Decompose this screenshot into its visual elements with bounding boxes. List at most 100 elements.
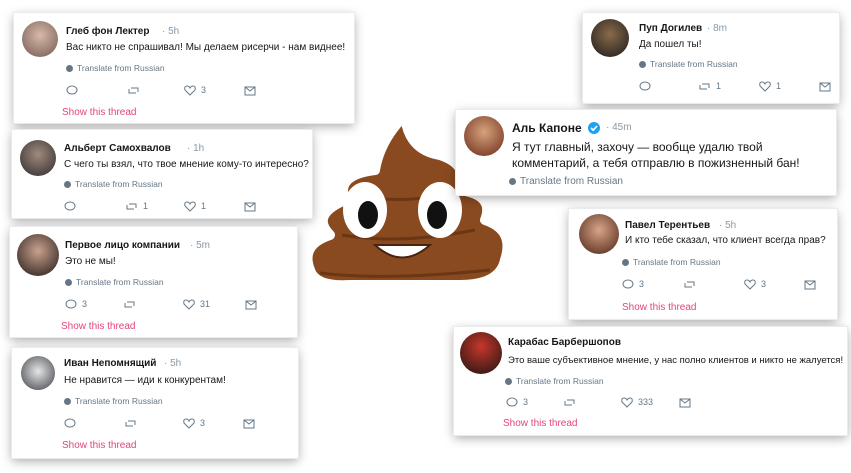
heart-icon bbox=[759, 81, 771, 92]
author-name[interactable]: Карабас Барбершопов bbox=[508, 337, 621, 348]
reply-button[interactable]: 3 bbox=[65, 299, 87, 310]
translate-link[interactable]: Translate from Russian bbox=[65, 277, 164, 287]
author-name[interactable]: Аль Капоне bbox=[512, 120, 600, 136]
retweet-button[interactable] bbox=[683, 279, 701, 290]
message-button[interactable] bbox=[244, 85, 256, 96]
like-button[interactable]: 3 bbox=[744, 279, 766, 290]
retweet-icon bbox=[124, 301, 135, 308]
author-name[interactable]: Глеб фон Лектер bbox=[66, 26, 149, 37]
tweet-text: Это ваше субъективное мнение, у нас полн… bbox=[508, 355, 844, 366]
timestamp[interactable]: · 8m bbox=[707, 23, 727, 34]
show-thread-link[interactable]: Show this thread bbox=[62, 107, 137, 118]
translate-link[interactable]: Translate from Russian bbox=[509, 176, 623, 187]
avatar[interactable] bbox=[20, 140, 56, 176]
reply-icon bbox=[64, 201, 76, 211]
like-button[interactable]: 1 bbox=[759, 81, 781, 92]
envelope-icon bbox=[244, 202, 256, 212]
retweet-button[interactable] bbox=[124, 418, 142, 429]
author-name[interactable]: Пуп Догилев bbox=[639, 23, 702, 34]
avatar[interactable] bbox=[591, 19, 629, 57]
avatar[interactable] bbox=[460, 332, 502, 374]
retweet-icon bbox=[564, 399, 575, 406]
like-button[interactable]: 3 bbox=[183, 418, 205, 429]
tweet-card: Пуп Догилев · 8m Да пошел ты! Translate … bbox=[583, 13, 839, 103]
show-thread-link[interactable]: Show this thread bbox=[61, 321, 136, 332]
translate-link[interactable]: Translate from Russian bbox=[66, 63, 165, 73]
reply-icon bbox=[65, 299, 77, 309]
message-button[interactable] bbox=[245, 299, 257, 310]
message-button[interactable] bbox=[243, 418, 255, 429]
timestamp[interactable]: · 5h bbox=[164, 358, 181, 369]
retweet-icon bbox=[125, 420, 136, 427]
retweet-icon bbox=[699, 83, 710, 90]
heart-icon bbox=[183, 299, 195, 310]
envelope-icon bbox=[804, 280, 816, 290]
like-button[interactable]: 3 bbox=[184, 85, 206, 96]
timestamp[interactable]: · 45m bbox=[606, 122, 632, 133]
avatar[interactable] bbox=[22, 21, 58, 57]
globe-icon bbox=[64, 398, 71, 405]
retweet-button[interactable] bbox=[123, 299, 141, 310]
message-button[interactable] bbox=[244, 201, 256, 212]
show-thread-link[interactable]: Show this thread bbox=[503, 418, 578, 429]
envelope-icon bbox=[243, 419, 255, 429]
show-thread-link[interactable]: Show this thread bbox=[622, 302, 697, 313]
tweet-text: И кто тебе сказал, что клиент всегда пра… bbox=[625, 235, 826, 246]
timestamp[interactable]: · 5h bbox=[719, 220, 736, 231]
globe-icon bbox=[622, 259, 629, 266]
message-button[interactable] bbox=[804, 279, 816, 290]
translate-link[interactable]: Translate from Russian bbox=[622, 257, 721, 267]
reply-button[interactable] bbox=[64, 418, 81, 429]
reply-button[interactable] bbox=[639, 81, 656, 92]
like-button[interactable]: 31 bbox=[183, 299, 210, 310]
author-name[interactable]: Иван Непомнящий bbox=[64, 358, 156, 369]
tweet-text: Да пошел ты! bbox=[639, 39, 702, 50]
retweet-icon bbox=[128, 87, 139, 94]
tweet-text: Вас никто не спрашивал! Мы делаем рисерч… bbox=[66, 42, 346, 53]
show-thread-link[interactable]: Show this thread bbox=[62, 440, 137, 451]
retweet-icon bbox=[684, 281, 695, 288]
author-name[interactable]: Альберт Самохвалов bbox=[64, 143, 171, 154]
avatar[interactable] bbox=[21, 356, 55, 390]
retweet-button[interactable] bbox=[563, 397, 581, 408]
translate-link[interactable]: Translate from Russian bbox=[64, 179, 163, 189]
tweet-text: Это не мы! bbox=[65, 256, 116, 267]
author-name[interactable]: Павел Терентьев bbox=[625, 220, 710, 231]
reply-icon bbox=[622, 279, 634, 289]
retweet-button[interactable] bbox=[127, 85, 145, 96]
timestamp[interactable]: · 5m bbox=[190, 240, 210, 251]
reply-button[interactable]: 3 bbox=[506, 397, 528, 408]
reply-button[interactable] bbox=[64, 201, 81, 212]
heart-icon bbox=[184, 201, 196, 212]
avatar[interactable] bbox=[17, 234, 59, 276]
heart-icon bbox=[184, 85, 196, 96]
translate-link[interactable]: Translate from Russian bbox=[639, 59, 738, 69]
tweet-card: Глеб фон Лектер · 5h Вас никто не спраши… bbox=[14, 13, 354, 123]
reply-button[interactable] bbox=[66, 85, 83, 96]
like-button[interactable]: 1 bbox=[184, 201, 206, 212]
reply-button[interactable]: 3 bbox=[622, 279, 644, 290]
translate-link[interactable]: Translate from Russian bbox=[64, 396, 163, 406]
tweet-card: Первое лицо компании · 5m Это не мы! Tra… bbox=[10, 227, 297, 337]
like-button[interactable]: 333 bbox=[621, 397, 653, 408]
retweet-button[interactable]: 1 bbox=[698, 81, 721, 92]
heart-icon bbox=[744, 279, 756, 290]
envelope-icon bbox=[245, 300, 257, 310]
globe-icon bbox=[509, 178, 516, 185]
message-button[interactable] bbox=[679, 397, 691, 408]
tweet-text: Я тут главный, захочу — вообще удалю тво… bbox=[512, 140, 800, 170]
avatar[interactable] bbox=[579, 214, 619, 254]
translate-link[interactable]: Translate from Russian bbox=[505, 376, 604, 386]
tweet-card: Альберт Самохвалов · 1h С чего ты взял, … bbox=[12, 130, 312, 218]
retweet-button[interactable]: 1 bbox=[125, 201, 148, 212]
timestamp[interactable]: · 1h bbox=[187, 143, 204, 154]
reply-icon bbox=[639, 81, 651, 91]
author-name[interactable]: Первое лицо компании bbox=[65, 240, 180, 251]
globe-icon bbox=[64, 181, 71, 188]
message-button[interactable] bbox=[819, 81, 831, 92]
timestamp[interactable]: · 5h bbox=[162, 26, 179, 37]
tweet-text: Не нравится — иди к конкурентам! bbox=[64, 375, 226, 386]
globe-icon bbox=[505, 378, 512, 385]
avatar[interactable] bbox=[464, 116, 504, 156]
tweet-card: Иван Непомнящий · 5h Не нравится — иди к… bbox=[12, 348, 298, 458]
